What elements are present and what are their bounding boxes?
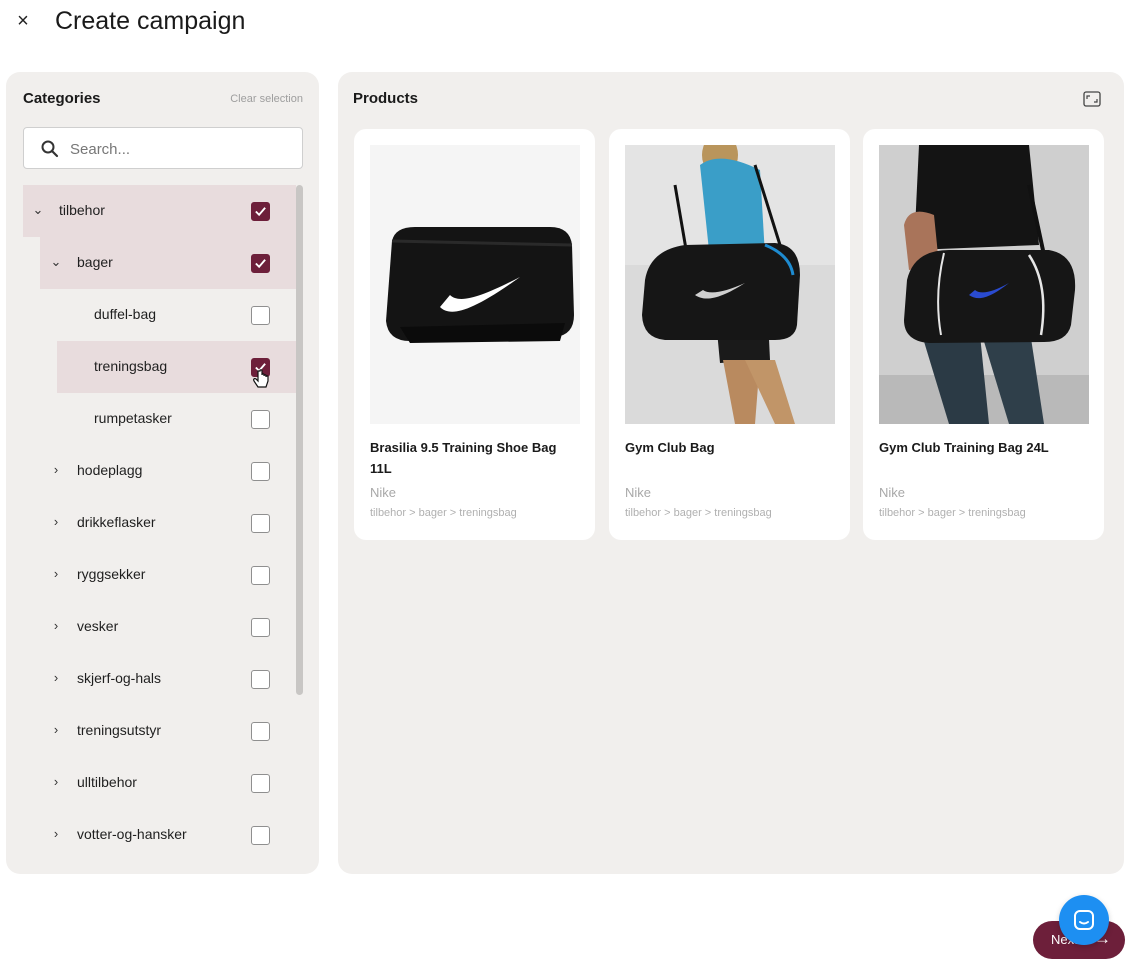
category-checkbox[interactable]: [251, 618, 270, 637]
category-checkbox[interactable]: [251, 670, 270, 689]
category-item-drikkeflasker[interactable]: › drikkeflasker: [6, 497, 296, 549]
category-item-vesker[interactable]: › vesker: [6, 601, 296, 653]
products-panel: Products Brasilia 9.5 Training Shoe Bag …: [338, 72, 1124, 874]
category-label: drikkeflasker: [77, 514, 156, 530]
product-category-path: tilbehor > bager > treningsbag: [625, 507, 772, 519]
chevron-down-icon[interactable]: ⌄: [49, 255, 63, 269]
product-image: [370, 145, 580, 424]
chat-launcher-button[interactable]: [1059, 895, 1109, 945]
chevron-right-icon[interactable]: ›: [49, 827, 63, 841]
category-item-treningsutstyr[interactable]: › treningsutstyr: [6, 705, 296, 757]
category-checkbox[interactable]: [251, 202, 270, 221]
categories-panel: Categories Clear selection ⌄ tilbehor ⌄ …: [6, 72, 319, 874]
close-button[interactable]: ×: [12, 10, 34, 32]
product-image: [879, 145, 1089, 424]
chevron-right-icon[interactable]: ›: [49, 775, 63, 789]
category-label: treningsbag: [94, 358, 168, 374]
category-checkbox[interactable]: [251, 254, 270, 273]
category-checkbox[interactable]: [251, 514, 270, 533]
training-bag-photo: [879, 145, 1089, 424]
product-card[interactable]: Gym Club Bag Nike tilbehor > bager > tre…: [609, 129, 850, 540]
gym-bag-photo: [625, 145, 835, 424]
category-checkbox[interactable]: [251, 410, 270, 429]
category-item-votter-og-hansker[interactable]: › votter-og-hansker: [6, 809, 296, 861]
product-brand: Nike: [879, 485, 906, 500]
expand-icon[interactable]: [1083, 91, 1101, 107]
category-checkbox[interactable]: [251, 566, 270, 585]
chevron-right-icon[interactable]: ›: [49, 619, 63, 633]
hand-pointer-cursor-icon: [253, 369, 269, 388]
category-label: ulltilbehor: [77, 774, 137, 790]
chevron-down-icon[interactable]: ⌄: [31, 203, 45, 217]
product-category-path: tilbehor > bager > treningsbag: [879, 507, 1026, 519]
product-card[interactable]: Brasilia 9.5 Training Shoe Bag 11L Nike …: [354, 129, 595, 540]
product-name: Brasilia 9.5 Training Shoe Bag 11L: [370, 440, 557, 476]
product-name: Gym Club Bag: [625, 440, 715, 455]
category-label: treningsutstyr: [77, 722, 162, 738]
chevron-right-icon[interactable]: ›: [49, 567, 63, 581]
clear-selection-link[interactable]: Clear selection: [230, 93, 303, 105]
category-label: hodeplagg: [77, 462, 143, 478]
chevron-right-icon[interactable]: ›: [49, 723, 63, 737]
category-label: skjerf-og-hals: [77, 670, 162, 686]
category-label: bager: [77, 254, 113, 270]
category-label: duffel-bag: [94, 306, 157, 322]
category-item-bager[interactable]: ⌄ bager: [40, 237, 296, 289]
category-label: rumpetasker: [94, 410, 172, 426]
category-checkbox[interactable]: [251, 306, 270, 325]
category-item-ulltilbehor[interactable]: › ulltilbehor: [6, 757, 296, 809]
category-item-tilbehor[interactable]: ⌄ tilbehor: [23, 185, 296, 237]
category-scrollbar[interactable]: [296, 185, 303, 695]
category-search[interactable]: [23, 127, 303, 169]
chevron-right-icon[interactable]: ›: [49, 515, 63, 529]
category-label: votter-og-hansker: [77, 826, 187, 842]
chevron-right-icon[interactable]: ›: [49, 463, 63, 477]
category-label: ryggsekker: [77, 566, 146, 582]
category-label: vesker: [77, 618, 119, 634]
category-checkbox[interactable]: [251, 722, 270, 741]
category-item-treningsbag[interactable]: treningsbag: [57, 341, 296, 393]
product-image: [625, 145, 835, 424]
category-checkbox[interactable]: [251, 826, 270, 845]
category-item-duffel-bag[interactable]: duffel-bag: [6, 289, 296, 341]
chat-icon: [1074, 910, 1094, 930]
product-brand: Nike: [625, 485, 652, 500]
search-icon: [41, 140, 59, 158]
search-input[interactable]: [70, 137, 290, 161]
category-item-hodeplagg[interactable]: › hodeplagg: [6, 445, 296, 497]
product-card[interactable]: Gym Club Training Bag 24L Nike tilbehor …: [863, 129, 1104, 540]
product-brand: Nike: [370, 485, 397, 500]
category-checkbox[interactable]: [251, 774, 270, 793]
categories-title: Categories: [23, 90, 101, 107]
chevron-right-icon[interactable]: ›: [49, 671, 63, 685]
page-title: Create campaign: [55, 7, 246, 35]
shoe-bag-image: [370, 145, 580, 424]
category-label: tilbehor: [59, 202, 105, 218]
category-item-ryggsekker[interactable]: › ryggsekker: [6, 549, 296, 601]
products-title: Products: [353, 90, 419, 107]
category-checkbox[interactable]: [251, 462, 270, 481]
product-category-path: tilbehor > bager > treningsbag: [370, 507, 517, 519]
header: × Create campaign: [0, 0, 1130, 48]
category-item-skjerf-og-hals[interactable]: › skjerf-og-hals: [6, 653, 296, 705]
product-name: Gym Club Training Bag 24L: [879, 440, 1049, 455]
category-item-rumpetasker[interactable]: rumpetasker: [6, 393, 296, 445]
